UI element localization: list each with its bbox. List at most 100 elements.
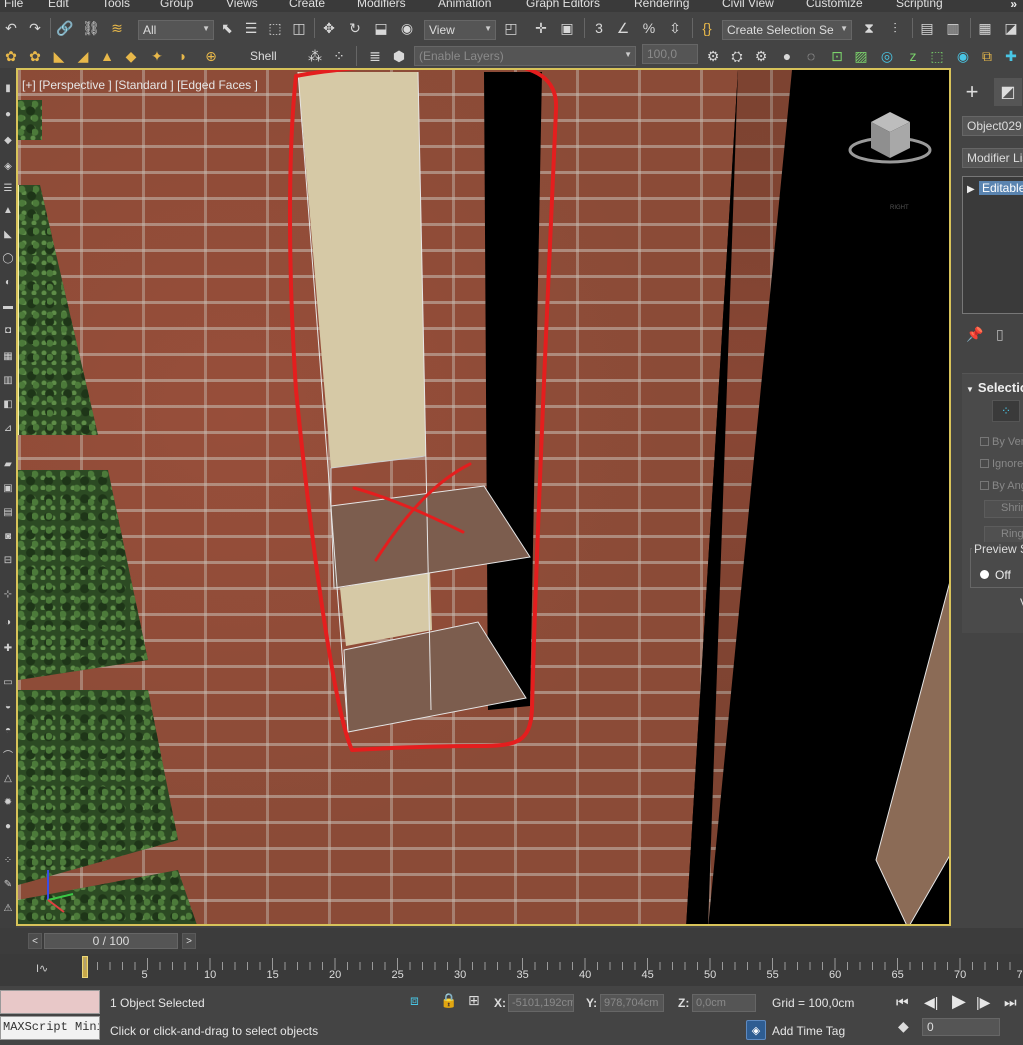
- redo-icon[interactable]: ↷: [26, 19, 44, 37]
- menu-modifiers[interactable]: Modifiers: [357, 0, 406, 10]
- left-tool-10-icon[interactable]: ▬: [1, 300, 15, 312]
- track-ticks[interactable]: [0, 954, 1023, 986]
- modeling-tool-1-icon[interactable]: ✿: [2, 47, 20, 65]
- spinner-field[interactable]: 100,0: [642, 44, 698, 64]
- go-to-end-icon[interactable]: ⏭: [1004, 994, 1017, 1011]
- left-tool-32-icon[interactable]: ✎: [1, 878, 15, 890]
- modeling-tool-3-icon[interactable]: ◣: [50, 47, 68, 65]
- place-icon[interactable]: ◉: [398, 19, 416, 37]
- modeling-tool-4-icon[interactable]: ◢: [74, 47, 92, 65]
- absolute-mode-icon[interactable]: ⊞: [468, 992, 480, 1009]
- left-tool-29-icon[interactable]: ✹: [1, 796, 15, 808]
- next-key-icon[interactable]: |▶︎: [976, 994, 990, 1011]
- by-vertex-checkbox[interactable]: By Vertex: [980, 436, 1023, 448]
- play-icon[interactable]: ▶: [952, 991, 966, 1012]
- modify-tab-icon[interactable]: ◩: [994, 78, 1022, 106]
- left-tool-2-icon[interactable]: ●: [1, 108, 15, 120]
- isolate-icon[interactable]: ◎: [878, 47, 896, 65]
- left-tool-25-icon[interactable]: ◒: [1, 700, 15, 712]
- ribbon-toggle-icon[interactable]: ▦: [976, 19, 994, 37]
- viewport-grid-icon[interactable]: ⊡: [828, 47, 846, 65]
- layers-icon[interactable]: ≣: [366, 47, 384, 65]
- object-name-field[interactable]: Object029: [962, 116, 1023, 136]
- move-icon[interactable]: ✥: [320, 19, 338, 37]
- layer-explorer-icon[interactable]: ▥: [944, 19, 962, 37]
- render-360-icon[interactable]: ◌: [802, 47, 820, 65]
- modeling-tool-2-icon[interactable]: ✿: [26, 47, 44, 65]
- shrink-button[interactable]: Shrink: [984, 500, 1023, 518]
- left-tool-17-icon[interactable]: ▣: [1, 482, 15, 494]
- left-tool-19-icon[interactable]: ◙: [1, 530, 15, 542]
- selection-lock-icon[interactable]: 🔒: [440, 992, 457, 1009]
- left-tool-12-icon[interactable]: ▦: [1, 350, 15, 362]
- left-tool-26-icon[interactable]: ◓: [1, 724, 15, 736]
- left-tool-4-icon[interactable]: ◈: [1, 160, 15, 172]
- go-to-start-icon[interactable]: ⏮: [896, 994, 909, 1011]
- angle-snap-icon[interactable]: ∠: [614, 19, 632, 37]
- left-tool-5-icon[interactable]: ☰: [1, 182, 15, 194]
- track-icon[interactable]: ⧉: [978, 47, 996, 65]
- named-selection-dropdown[interactable]: Create Selection Se: [722, 20, 852, 40]
- perspective-viewport[interactable]: RIGHT [+] [Perspective ] [Standard ] [Ed…: [16, 68, 951, 926]
- menu-file[interactable]: File: [4, 0, 23, 10]
- link-icon[interactable]: 🔗: [56, 19, 74, 37]
- menu-views[interactable]: Views: [226, 0, 258, 10]
- reference-coordinate-dropdown[interactable]: View: [424, 20, 496, 40]
- select-object-icon[interactable]: ⬉: [218, 19, 236, 37]
- unlink-icon[interactable]: ⛓: [82, 19, 100, 37]
- pivot-center-icon[interactable]: ◰: [502, 19, 520, 37]
- left-tool-27-icon[interactable]: ⌒: [1, 748, 15, 762]
- previous-key-icon[interactable]: ◀︎|: [924, 994, 938, 1011]
- edit-named-selection-icon[interactable]: {}: [698, 19, 716, 37]
- bind-space-warp-icon[interactable]: ≋: [108, 19, 126, 37]
- current-frame-field[interactable]: 0: [922, 1018, 1000, 1036]
- menu-overflow-button[interactable]: »: [1010, 0, 1017, 11]
- z-coordinate-field[interactable]: 0,0cm: [692, 994, 756, 1012]
- menu-graph-editors[interactable]: Graph Editors: [526, 0, 600, 10]
- by-angle-checkbox[interactable]: By Angle: [980, 480, 1023, 492]
- add-time-tag-icon[interactable]: ◈: [746, 1020, 766, 1040]
- ignore-backfacing-checkbox[interactable]: Ignore Backfacing: [980, 458, 1023, 470]
- curve-editor-icon[interactable]: ◪: [1002, 19, 1020, 37]
- menu-scripting[interactable]: Scripting: [896, 0, 943, 10]
- menu-edit[interactable]: Edit: [48, 0, 69, 10]
- modeling-tool-5-icon[interactable]: ▲: [98, 47, 116, 65]
- menu-tools[interactable]: Tools: [102, 0, 130, 10]
- eye-icon[interactable]: ◉: [954, 47, 972, 65]
- maxscript-mini-listener[interactable]: MAXScript Mini Listener: [0, 1016, 100, 1040]
- left-tool-31-icon[interactable]: ⁘: [1, 854, 15, 866]
- create-tab-icon[interactable]: +: [958, 78, 986, 106]
- y-coordinate-field[interactable]: 978,704cm: [600, 994, 664, 1012]
- left-tool-21-icon[interactable]: ⊹: [1, 588, 15, 600]
- show-end-result-icon[interactable]: ▯: [996, 326, 1004, 343]
- render-icon[interactable]: ⚙: [752, 47, 770, 65]
- modeling-tool-9-icon[interactable]: ⊕: [202, 47, 220, 65]
- vertex-mode-icon[interactable]: ⁘: [992, 400, 1020, 422]
- menu-create[interactable]: Create: [289, 0, 325, 10]
- left-tool-16-icon[interactable]: ▰: [1, 458, 15, 470]
- rectangular-selection-icon[interactable]: ⬚: [266, 19, 284, 37]
- shell-label[interactable]: Shell: [250, 49, 277, 63]
- left-tool-24-icon[interactable]: ▭: [1, 676, 15, 688]
- snap-3d-icon[interactable]: 3: [590, 19, 608, 37]
- scale-icon[interactable]: ⬓: [372, 19, 390, 37]
- left-tool-18-icon[interactable]: ▤: [1, 506, 15, 518]
- preview-off-radio[interactable]: Off: [980, 568, 1011, 582]
- left-tool-6-icon[interactable]: ▲: [1, 204, 15, 216]
- material-sphere-icon[interactable]: ●: [778, 47, 796, 65]
- expand-arrow-icon[interactable]: ▶: [967, 184, 979, 195]
- tool-grid-icon[interactable]: ⁂: [306, 47, 324, 65]
- modeling-tool-7-icon[interactable]: ✦: [148, 47, 166, 65]
- left-tool-30-icon[interactable]: ●: [1, 820, 15, 832]
- left-tool-22-icon[interactable]: ◑: [1, 616, 15, 628]
- left-tool-3-icon[interactable]: ◆: [1, 134, 15, 146]
- undo-icon[interactable]: ↶: [2, 19, 20, 37]
- left-tool-14-icon[interactable]: ◧: [1, 398, 15, 410]
- left-tool-8-icon[interactable]: ◯: [1, 252, 15, 264]
- stack-item-editable-poly[interactable]: ▶Editable Poly: [967, 181, 1023, 197]
- layer-dropdown[interactable]: (Enable Layers): [414, 46, 636, 66]
- percent-snap-icon[interactable]: %: [640, 19, 658, 37]
- left-tool-33-icon[interactable]: ⚠: [1, 902, 15, 914]
- x-coordinate-field[interactable]: -5101,192cm: [508, 994, 574, 1012]
- left-tool-28-icon[interactable]: △: [1, 772, 15, 784]
